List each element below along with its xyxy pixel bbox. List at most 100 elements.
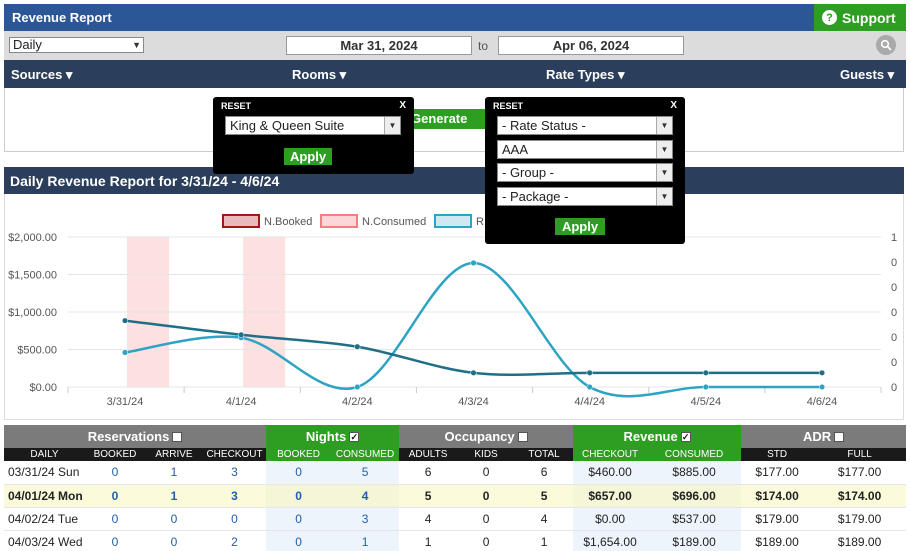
table-cell[interactable]: 0 xyxy=(266,530,332,551)
filter-bar: Sources ▾ Rooms ▾ Rate Types ▾ Guests ▾ xyxy=(4,60,906,88)
start-date-input[interactable]: Mar 31, 2024 xyxy=(286,36,472,55)
table-cell: $177.00 xyxy=(813,461,907,485)
rate-select[interactable]: AAA ▼ xyxy=(497,140,673,159)
rooms-filter[interactable]: Rooms ▾ xyxy=(292,67,346,83)
table-cell[interactable]: 0 xyxy=(266,461,332,485)
page-title: Revenue Report xyxy=(4,4,814,31)
date-toolbar: Daily ▼ Mar 31, 2024 to Apr 06, 2024 xyxy=(4,31,906,60)
col-nights-consumed[interactable]: CONSUMED xyxy=(331,448,400,461)
guests-filter[interactable]: Guests ▾ xyxy=(840,67,894,83)
col-adr-full[interactable]: FULL xyxy=(813,448,907,461)
col-adults[interactable]: ADULTS xyxy=(399,448,458,461)
rate-close-icon[interactable]: X xyxy=(670,100,677,111)
table-cell[interactable]: 0 xyxy=(145,507,203,531)
group-select[interactable]: - Group - ▼ xyxy=(497,163,673,182)
group-adr[interactable]: ADR xyxy=(741,425,907,448)
checkbox-icon[interactable] xyxy=(834,431,845,442)
room-select[interactable]: King & Queen Suite ▼ xyxy=(225,116,401,135)
data-point xyxy=(702,369,709,376)
rate-types-filter[interactable]: Rate Types ▾ xyxy=(546,67,625,83)
column-header-row: DAILY BOOKED ARRIVE CHECKOUT BOOKED CONS… xyxy=(4,448,907,461)
table-cell[interactable]: 04/01/24 Mon xyxy=(4,484,85,508)
rate-value: AAA xyxy=(502,142,529,157)
search-button[interactable] xyxy=(876,35,896,55)
revenue-chart: $2,000.00 $1,500.00 $1,000.00 $500.00 $0.00 1… xyxy=(8,214,897,408)
table-cell[interactable]: 04/03/24 Wed xyxy=(4,530,85,551)
support-button[interactable]: ? Support xyxy=(814,4,906,31)
table-cell[interactable]: 1 xyxy=(145,461,203,485)
package-select[interactable]: - Package - ▼ xyxy=(497,187,673,206)
legend-label: N.Consumed xyxy=(362,216,426,228)
rate-status-select[interactable]: - Rate Status - ▼ xyxy=(497,116,673,135)
chevron-down-icon: ▼ xyxy=(656,188,672,205)
table-cell[interactable]: 0 xyxy=(85,507,145,531)
table-cell[interactable]: 4 xyxy=(331,484,400,508)
legend-swatch xyxy=(320,214,358,228)
sources-filter[interactable]: Sources ▾ xyxy=(11,67,72,83)
col-daily[interactable]: DAILY xyxy=(4,448,85,461)
col-total[interactable]: TOTAL xyxy=(515,448,574,461)
checkbox-icon[interactable] xyxy=(172,431,183,442)
col-checkout[interactable]: CHECKOUT xyxy=(203,448,267,461)
table-cell: 1 xyxy=(515,530,574,551)
col-nights-booked[interactable]: BOOKED xyxy=(266,448,332,461)
checkbox-checked-icon[interactable]: ✓ xyxy=(680,431,691,442)
table-cell[interactable]: 3 xyxy=(203,461,267,485)
table-cell[interactable]: 0 xyxy=(85,484,145,508)
table-row: 03/31/24 Sun 0 1 3 0 5 6 0 6 $460.00 $885.00 $177.0… xyxy=(4,461,907,485)
table-cell[interactable]: 1 xyxy=(145,484,203,508)
table-cell[interactable]: 0 xyxy=(145,530,203,551)
rate-apply-button[interactable]: Apply xyxy=(555,218,605,235)
group-reservations[interactable]: Reservations xyxy=(4,425,267,448)
col-revenue-consumed[interactable]: CONSUMED xyxy=(647,448,742,461)
table-cell[interactable]: 0 xyxy=(85,530,145,551)
col-adr-std[interactable]: STD xyxy=(741,448,814,461)
group-occupancy[interactable]: Occupancy xyxy=(399,425,574,448)
col-arrive[interactable]: ARRIVE xyxy=(145,448,203,461)
checkbox-checked-icon[interactable]: ✓ xyxy=(349,431,360,442)
rooms-apply-button[interactable]: Apply xyxy=(284,148,332,165)
data-point xyxy=(121,317,129,324)
group-revenue[interactable]: Revenue ✓ xyxy=(573,425,742,448)
checkbox-icon[interactable] xyxy=(517,431,528,442)
table-cell: $189.00 xyxy=(647,530,742,551)
chevron-down-icon: ▼ xyxy=(656,141,672,158)
legend-swatch xyxy=(434,214,472,228)
col-kids[interactable]: KIDS xyxy=(457,448,516,461)
y2-tick-label: 0 xyxy=(891,357,897,369)
table-cell: 1 xyxy=(399,530,458,551)
table-cell[interactable]: 2 xyxy=(203,530,267,551)
end-date-input[interactable]: Apr 06, 2024 xyxy=(498,36,684,55)
table-cell[interactable]: 1 xyxy=(331,530,400,551)
table-cell[interactable]: 5 xyxy=(331,461,400,485)
rate-reset-link[interactable]: RESET xyxy=(493,101,523,111)
x-tick-label: 4/1/24 xyxy=(226,396,257,408)
series-line xyxy=(124,261,822,398)
table-cell[interactable]: 0 xyxy=(203,507,267,531)
col-revenue-checkout[interactable]: CHECKOUT xyxy=(573,448,648,461)
table-cell[interactable]: 0 xyxy=(266,484,332,508)
rooms-close-icon[interactable]: X xyxy=(399,100,406,111)
table-cell[interactable]: 3 xyxy=(331,507,400,531)
col-booked[interactable]: BOOKED xyxy=(85,448,145,461)
table-cell[interactable]: 3 xyxy=(203,484,267,508)
y2-tick-label: 0 xyxy=(891,382,897,394)
data-point xyxy=(354,343,361,350)
series-line xyxy=(124,319,822,376)
table-cell: 5 xyxy=(515,484,574,508)
group-label: Nights xyxy=(305,429,347,444)
period-select[interactable]: Daily ▼ xyxy=(9,37,144,53)
rooms-popup: RESET X King & Queen Suite ▼ Apply xyxy=(213,97,414,174)
table-cell[interactable]: 0 xyxy=(266,507,332,531)
data-point xyxy=(702,383,709,391)
table-cell[interactable]: 04/02/24 Tue xyxy=(4,507,85,531)
y2-tick-label: 1 xyxy=(891,232,897,244)
rooms-reset-link[interactable]: RESET xyxy=(221,101,251,111)
table-cell: 4 xyxy=(515,507,574,531)
table-cell[interactable]: 0 xyxy=(85,461,145,485)
x-tick-label: 4/3/24 xyxy=(458,396,489,408)
legend-swatch xyxy=(222,214,260,228)
to-label: to xyxy=(478,39,489,53)
group-nights[interactable]: Nights ✓ xyxy=(266,425,400,448)
table-cell[interactable]: 03/31/24 Sun xyxy=(4,461,85,485)
